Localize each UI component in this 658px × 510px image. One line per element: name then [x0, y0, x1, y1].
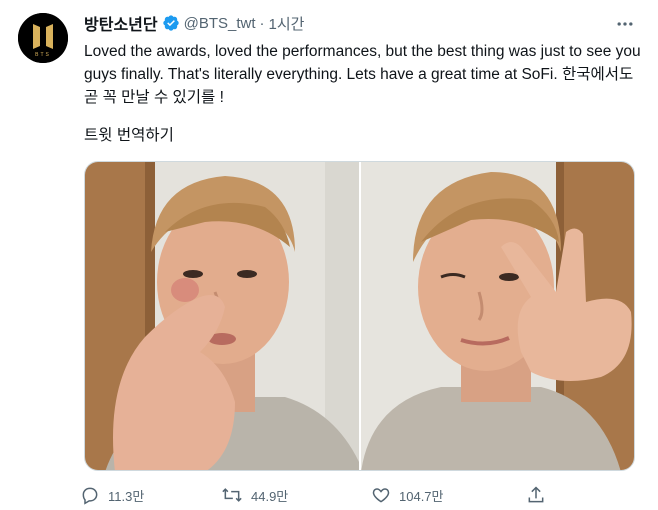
handle[interactable]: @BTS_twt [184, 15, 256, 32]
photo-right[interactable] [359, 162, 634, 470]
separator-dot: · [259, 14, 265, 32]
display-name[interactable]: 방탄소년단 [84, 11, 158, 35]
tweet-actions: 11.3만 44.9만 104.7만 [80, 483, 560, 507]
tweet-header: 방탄소년단 @BTS_twt · 1시간 [84, 11, 305, 35]
retweet-count: 44.9만 [251, 488, 289, 504]
retweet-icon [222, 488, 242, 502]
reply-button[interactable]: 11.3만 [80, 483, 144, 507]
like-count: 104.7만 [399, 488, 444, 504]
reply-count: 11.3만 [108, 488, 145, 504]
photo-left[interactable] [85, 162, 359, 470]
share-button[interactable] [526, 483, 546, 507]
avatar-logo-text: BTS [35, 52, 51, 58]
tweet-media [84, 161, 635, 471]
tweet-text: Loved the awards, loved the performances… [84, 43, 641, 106]
avatar[interactable]: BTS [18, 13, 68, 63]
verified-badge-icon [162, 14, 180, 32]
like-icon [372, 488, 390, 503]
bts-logo-icon: BTS [18, 13, 68, 63]
tweet: BTS 방탄소년단 @BTS_twt · 1시간 Loved the award… [0, 0, 658, 510]
more-options-icon [617, 22, 633, 26]
more-options-button[interactable] [612, 13, 638, 35]
share-icon [528, 486, 544, 503]
reply-icon [82, 487, 98, 505]
retweet-button[interactable]: 44.9만 [221, 483, 288, 507]
timestamp[interactable]: 1시간 [269, 13, 305, 34]
translate-tweet-link[interactable]: 트윗 번역하기 [84, 123, 174, 145]
like-button[interactable]: 104.7만 [371, 483, 444, 507]
